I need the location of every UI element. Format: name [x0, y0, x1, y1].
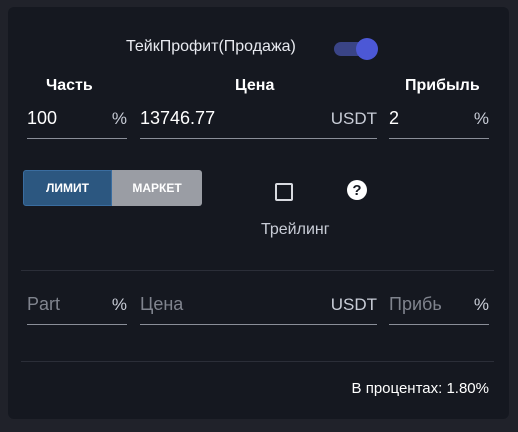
profit-underline: [389, 138, 489, 139]
price-underline-2: [140, 324, 377, 325]
trailing-label: Трейлинг: [261, 221, 330, 238]
part-underline-2: [27, 324, 127, 325]
profit-placeholder: Прибь: [389, 294, 442, 314]
trailing-checkbox[interactable]: [275, 183, 293, 201]
profit-unit: %: [473, 109, 489, 128]
divider-bottom: [21, 361, 494, 362]
column-header-price: Цена: [235, 77, 275, 94]
part-input-2[interactable]: Part %: [27, 291, 127, 325]
toggle-knob[interactable]: [356, 38, 378, 60]
price-unit: USDT: [330, 109, 377, 128]
profit-unit-2: %: [473, 295, 489, 314]
profit-value: 2: [389, 108, 400, 128]
part-placeholder: Part: [27, 294, 61, 314]
profit-underline-2: [389, 324, 489, 325]
panel-title: ТейкПрофит(Продажа): [126, 38, 296, 55]
profit-input[interactable]: 2 %: [389, 105, 489, 139]
price-unit-2: USDT: [330, 295, 377, 314]
price-input-2[interactable]: Цена USDT: [140, 291, 377, 325]
price-input[interactable]: 13746.77 USDT: [140, 105, 377, 139]
limit-button[interactable]: ЛИМИТ: [23, 170, 112, 206]
profit-input-2[interactable]: Прибь %: [389, 291, 489, 325]
column-header-profit: Прибыль: [405, 77, 480, 94]
market-button[interactable]: МАРКЕТ: [112, 170, 202, 206]
part-input[interactable]: 100 %: [27, 105, 127, 139]
price-placeholder: Цена: [140, 294, 184, 314]
part-unit: %: [111, 109, 127, 128]
part-underline: [27, 138, 127, 139]
divider-top: [21, 270, 494, 271]
help-icon[interactable]: ?: [347, 180, 367, 200]
price-value: 13746.77: [140, 108, 216, 128]
part-unit-2: %: [111, 295, 127, 314]
column-header-part: Часть: [46, 77, 93, 94]
part-value: 100: [27, 108, 58, 128]
percent-summary: В процентах: 1.80%: [351, 380, 489, 397]
price-underline: [140, 138, 377, 139]
take-profit-panel: [8, 7, 509, 419]
